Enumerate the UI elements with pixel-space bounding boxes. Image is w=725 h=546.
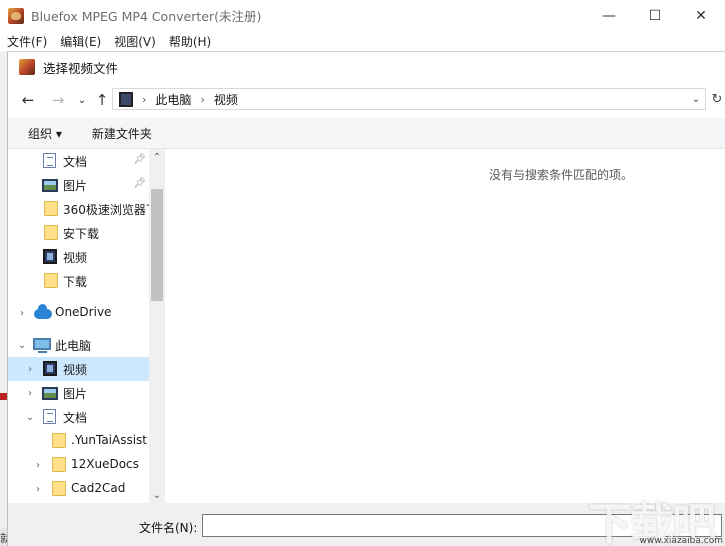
chevron-right-icon[interactable]: ›: [24, 381, 36, 405]
breadcrumb-this-pc[interactable]: 此电脑: [155, 91, 191, 108]
refresh-icon[interactable]: ↻: [708, 89, 725, 109]
dialog-title-bar: 选择视频文件: [8, 52, 725, 82]
onedrive-icon: [34, 304, 52, 319]
pin-icon: 📌︎: [133, 178, 146, 189]
chevron-right-icon[interactable]: ›: [32, 477, 44, 501]
video-icon: [43, 361, 57, 376]
tree-item-label: .YunTaiAssist: [71, 433, 148, 447]
scroll-down-icon[interactable]: ⌄: [149, 487, 165, 503]
minimize-button[interactable]: —: [586, 0, 632, 31]
breadcrumb-videos[interactable]: 视频: [214, 91, 238, 108]
document-icon: [43, 409, 56, 424]
breadcrumb-chevron-icon[interactable]: ›: [142, 93, 146, 106]
app-title-bar: Bluefox MPEG MP4 Converter(未注册) — ☐ ✕: [0, 0, 725, 31]
tree-item-label: 图片: [63, 179, 88, 193]
tree-item-documents[interactable]: ⌄ 文档: [8, 405, 149, 429]
tree-item-downloads-quick[interactable]: 下载: [8, 269, 149, 293]
tree-item-onedrive[interactable]: › OneDrive: [8, 301, 149, 325]
menu-help[interactable]: 帮助(H): [169, 33, 211, 50]
forward-arrow-icon[interactable]: →: [46, 88, 70, 112]
pictures-icon: [42, 387, 58, 400]
video-icon: [43, 249, 57, 264]
folder-icon: [44, 273, 58, 288]
computer-icon: [33, 338, 51, 353]
navigation-scrollbar[interactable]: ⌃ ⌄: [149, 149, 165, 503]
menu-view[interactable]: 视图(V): [114, 33, 156, 50]
maximize-button[interactable]: ☐: [632, 0, 678, 31]
chevron-right-icon[interactable]: ›: [32, 453, 44, 477]
tree-item-documents-quick[interactable]: 文档 📌︎: [8, 149, 149, 173]
menu-edit[interactable]: 编辑(E): [60, 33, 101, 50]
folder-icon: [44, 201, 58, 216]
background-marker: [0, 393, 7, 400]
tree-item-anxiazai[interactable]: 安下载: [8, 221, 149, 245]
filename-label: 文件名(N):: [139, 521, 198, 535]
chevron-right-icon[interactable]: ›: [24, 357, 36, 381]
pin-icon: 📌︎: [133, 154, 146, 165]
file-list-area[interactable]: 没有与搜索条件匹配的项。: [165, 149, 725, 503]
tree-item-12xuedocs[interactable]: › 12XueDocs: [8, 453, 149, 477]
tree-item-360-downloads[interactable]: 360极速浏览器下载: [8, 197, 165, 221]
close-button[interactable]: ✕: [678, 0, 724, 31]
tree-item-label: 下载: [63, 275, 88, 289]
tree-item-label: 安下载: [63, 227, 100, 241]
command-toolbar: 组织 ▾ 新建文件夹: [8, 118, 725, 149]
tree-item-label: 此电脑: [55, 339, 92, 353]
empty-results-message: 没有与搜索条件匹配的项。: [489, 168, 634, 182]
tree-item-label: 12XueDocs: [71, 457, 139, 471]
back-arrow-icon[interactable]: ←: [16, 88, 40, 112]
tree-item-label: 视频: [63, 363, 88, 377]
address-bar[interactable]: › 此电脑 › 视频 ⌄: [112, 88, 706, 110]
tree-item-label: 文档: [63, 411, 88, 425]
chevron-down-icon[interactable]: ⌄: [24, 405, 36, 429]
organize-button[interactable]: 组织 ▾: [28, 125, 62, 142]
new-folder-button[interactable]: 新建文件夹: [92, 125, 152, 142]
tree-item-pictures[interactable]: › 图片: [8, 381, 149, 405]
folder-icon: [52, 481, 66, 496]
tree-item-this-pc[interactable]: ⌄ 此电脑: [8, 333, 149, 357]
tree-item-label: OneDrive: [55, 305, 112, 319]
tree-item-pictures-quick[interactable]: 图片 📌︎: [8, 173, 149, 197]
tree-item-videos-quick[interactable]: 视频: [8, 245, 149, 269]
tree-item-label: Cad2Cad: [71, 481, 126, 495]
site-watermark: 下载吧 www.xiazaiba.com: [588, 488, 725, 546]
tree-item-yuntaiassist[interactable]: .YunTaiAssist: [8, 429, 149, 453]
chevron-right-icon[interactable]: ›: [16, 301, 28, 325]
pictures-icon: [42, 179, 58, 192]
tree-item-cad2cad[interactable]: › Cad2Cad: [8, 477, 149, 501]
watermark-url: www.xiazaiba.com: [639, 536, 723, 546]
tree-item-label: 视频: [63, 251, 88, 265]
app-logo-icon: [8, 7, 24, 24]
video-icon: [119, 91, 133, 107]
dialog-title: 选择视频文件: [43, 60, 119, 76]
navigation-pane[interactable]: 文档 📌︎ 图片 📌︎ 360极速浏览器下载 安下载 视频 下载 › OneDr…: [8, 149, 165, 503]
folder-icon: [44, 225, 58, 240]
tree-item-videos[interactable]: › 视频: [8, 357, 149, 381]
document-icon: [43, 153, 56, 168]
tree-item-label: 文档: [63, 155, 88, 169]
navigation-bar: ← → ⌄ ↑ › 此电脑 › 视频 ⌄ ↻: [8, 82, 725, 118]
menu-file[interactable]: 文件(F): [7, 33, 47, 50]
app-title: Bluefox MPEG MP4 Converter(未注册): [31, 9, 262, 24]
scroll-up-icon[interactable]: ⌃: [149, 149, 165, 165]
folder-icon: [52, 457, 66, 472]
breadcrumb-chevron-icon[interactable]: ›: [200, 93, 204, 106]
chevron-down-icon[interactable]: ⌄: [16, 333, 28, 357]
tree-item-label: 图片: [63, 387, 88, 401]
folder-icon: [52, 433, 66, 448]
up-arrow-icon[interactable]: ↑: [90, 88, 114, 112]
app-menu-bar: 文件(F) 编辑(E) 视图(V) 帮助(H): [0, 31, 725, 51]
open-file-dialog: 选择视频文件 ← → ⌄ ↑ › 此电脑 › 视频 ⌄ ↻ 组织 ▾ 新建文件夹…: [7, 51, 725, 546]
dialog-app-icon: [19, 59, 35, 75]
scrollbar-thumb[interactable]: [151, 189, 163, 301]
address-dropdown-icon[interactable]: ⌄: [687, 89, 705, 109]
